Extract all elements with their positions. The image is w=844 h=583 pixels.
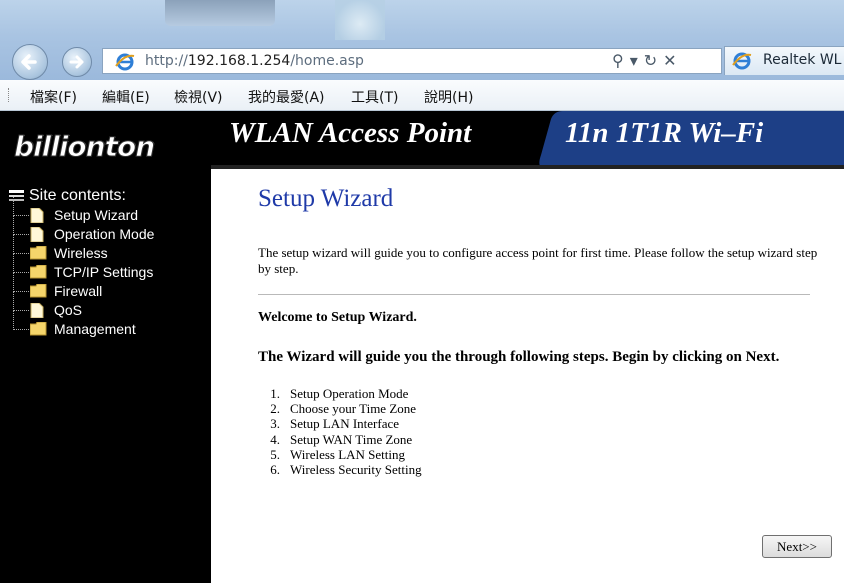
menu-bar: 檔案(F) 編輯(E) 檢視(V) 我的最愛(A) 工具(T) 說明(H) <box>0 80 844 111</box>
address-bar[interactable]: http://192.168.1.254/home.asp ⚲ ▾ ↻ ✕ <box>102 48 722 74</box>
menu-tools[interactable]: 工具(T) <box>351 87 398 107</box>
welcome-heading: Welcome to Setup Wizard. <box>258 310 417 325</box>
site-contents-label: Site contents: <box>29 187 126 204</box>
main-content: Setup Wizard The setup wizard will guide… <box>211 169 844 583</box>
address-url[interactable]: http://192.168.1.254/home.asp <box>145 53 364 69</box>
ie-icon <box>732 52 752 70</box>
menu-grip <box>8 88 12 102</box>
back-button[interactable] <box>12 44 48 80</box>
menu-file[interactable]: 檔案(F) <box>30 87 77 107</box>
dropdown-arrow-icon[interactable]: ▾ <box>630 50 638 72</box>
router-page: billionton Site contents: Setup Wizard O… <box>0 111 844 583</box>
background-decoration <box>335 0 385 40</box>
ie-icon <box>115 53 135 71</box>
folder-icon <box>30 265 47 279</box>
background-decoration <box>165 0 275 26</box>
back-arrow-icon <box>21 54 37 70</box>
banner-title: WLAN Access Point <box>229 117 472 149</box>
search-icon[interactable]: ⚲ <box>612 50 624 72</box>
forward-arrow-icon <box>69 55 84 69</box>
menu-favorites[interactable]: 我的最愛(A) <box>248 87 325 107</box>
browser-tab[interactable]: Realtek WL <box>724 46 844 75</box>
menu-help[interactable]: 說明(H) <box>424 87 473 107</box>
folder-icon <box>30 322 47 336</box>
menu-view[interactable]: 檢視(V) <box>174 87 223 107</box>
page-icon <box>30 208 44 223</box>
banner-subtitle: 11n 1T1R Wi–Fi <box>565 117 764 149</box>
computer-icon <box>9 190 24 201</box>
refresh-icon[interactable]: ↻ <box>644 50 657 72</box>
menu-edit[interactable]: 編輯(E) <box>102 87 150 107</box>
header-banner: WLAN Access Point 11n 1T1R Wi–Fi <box>211 111 844 169</box>
tab-title: Realtek WL <box>763 52 842 68</box>
brand-logo: billionton <box>13 130 155 164</box>
forward-button[interactable] <box>62 47 92 77</box>
page-icon <box>30 303 44 318</box>
sidebar: billionton Site contents: Setup Wizard O… <box>0 111 211 583</box>
divider <box>258 294 810 295</box>
guide-heading: The Wizard will guide you the through fo… <box>258 349 780 365</box>
next-button[interactable]: Next>> <box>762 535 832 558</box>
folder-icon <box>30 246 47 260</box>
page-title: Setup Wizard <box>258 185 394 212</box>
browser-toolbar: http://192.168.1.254/home.asp ⚲ ▾ ↻ ✕ Re… <box>0 0 844 80</box>
intro-text: The setup wizard will guide you to confi… <box>258 245 818 276</box>
folder-icon <box>30 284 47 298</box>
stop-icon[interactable]: ✕ <box>663 50 676 72</box>
page-icon <box>30 227 44 242</box>
